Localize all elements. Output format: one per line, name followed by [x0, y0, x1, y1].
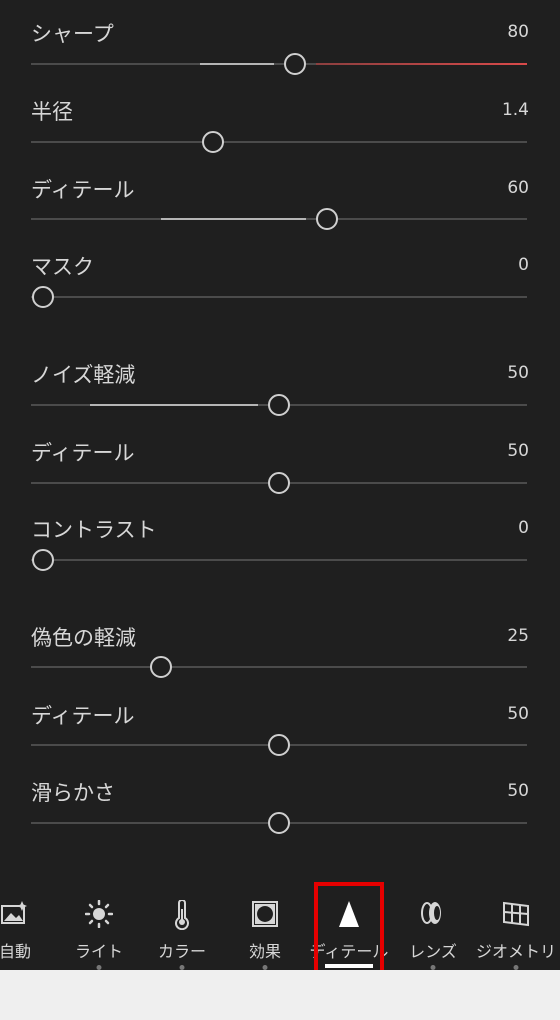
edit-toolbar: 自動 ライト カラー 効果 ディテール レンズ ジオメトリ	[0, 880, 560, 970]
masking-label: マスク	[31, 255, 94, 279]
tool-lens[interactable]: レンズ	[404, 880, 462, 970]
radius-value: 1.4	[501, 100, 529, 120]
radius-label: 半径	[31, 100, 73, 124]
auto-icon	[1, 900, 29, 930]
noise-reduction-slider-fill	[90, 404, 258, 406]
color-noise-reduction-slider[interactable]	[31, 666, 527, 668]
masking-value: 0	[518, 255, 529, 275]
thermometer-icon	[172, 899, 192, 934]
color-detail-slider-thumb[interactable]	[268, 734, 290, 756]
noise-contrast-slider-thumb[interactable]	[32, 549, 54, 571]
noise-reduction-value: 50	[507, 363, 529, 383]
noise-contrast-slider[interactable]	[31, 559, 527, 561]
radius-slider[interactable]	[31, 141, 527, 143]
smoothness-slider-thumb[interactable]	[268, 812, 290, 834]
detail-panel: シャープ 80 半径 1.4 ディテール 60 マスク 0 ノイズ軽減 50 デ…	[0, 0, 560, 880]
sharpen-detail-slider-thumb[interactable]	[316, 208, 338, 230]
tool-geometry-label: ジオメトリ	[475, 942, 556, 961]
tool-light-label: ライト	[74, 942, 123, 961]
sun-icon	[84, 899, 114, 932]
sharpen-slider-fill	[200, 63, 274, 65]
tool-geometry[interactable]: ジオメトリ	[472, 880, 560, 970]
tool-color[interactable]: カラー	[150, 880, 214, 970]
tool-auto[interactable]: 自動	[0, 880, 42, 970]
color-noise-reduction-label: 偽色の軽減	[31, 626, 136, 650]
radius-slider-thumb[interactable]	[202, 131, 224, 153]
sharpen-value: 80	[507, 22, 529, 42]
masking-slider[interactable]	[31, 296, 527, 298]
masking-slider-thumb[interactable]	[32, 286, 54, 308]
noise-contrast-label: コントラスト	[31, 518, 157, 542]
highlight-box	[314, 882, 384, 978]
tool-effects-label: 効果	[248, 942, 281, 961]
lens-icon	[419, 900, 447, 930]
noise-reduction-slider-thumb[interactable]	[268, 394, 290, 416]
color-detail-value: 50	[507, 704, 529, 724]
sharpen-detail-slider-fill	[161, 218, 306, 220]
color-noise-reduction-slider-thumb[interactable]	[150, 656, 172, 678]
sharpen-detail-label: ディテール	[31, 178, 135, 202]
color-detail-label: ディテール	[31, 704, 135, 728]
tool-auto-label: 自動	[0, 942, 31, 961]
noise-reduction-label: ノイズ軽減	[31, 363, 136, 387]
bottom-area	[0, 970, 560, 1020]
smoothness-value: 50	[507, 781, 529, 801]
tool-effects[interactable]: 効果	[236, 880, 294, 970]
sharpen-slider-fill-high	[316, 63, 527, 65]
smoothness-label: 滑らかさ	[31, 781, 115, 805]
vignette-icon	[251, 900, 279, 932]
tool-light[interactable]: ライト	[70, 880, 128, 970]
sharpen-label: シャープ	[31, 22, 114, 46]
noise-detail-slider-thumb[interactable]	[268, 472, 290, 494]
noise-contrast-value: 0	[518, 518, 529, 538]
noise-detail-value: 50	[507, 441, 529, 461]
noise-detail-label: ディテール	[31, 441, 135, 465]
sharpen-slider-thumb[interactable]	[284, 53, 306, 75]
sharpen-detail-value: 60	[507, 178, 529, 198]
tool-color-label: カラー	[157, 942, 206, 961]
color-noise-reduction-value: 25	[507, 626, 529, 646]
grid-icon	[501, 900, 531, 932]
tool-lens-label: レンズ	[409, 942, 457, 961]
